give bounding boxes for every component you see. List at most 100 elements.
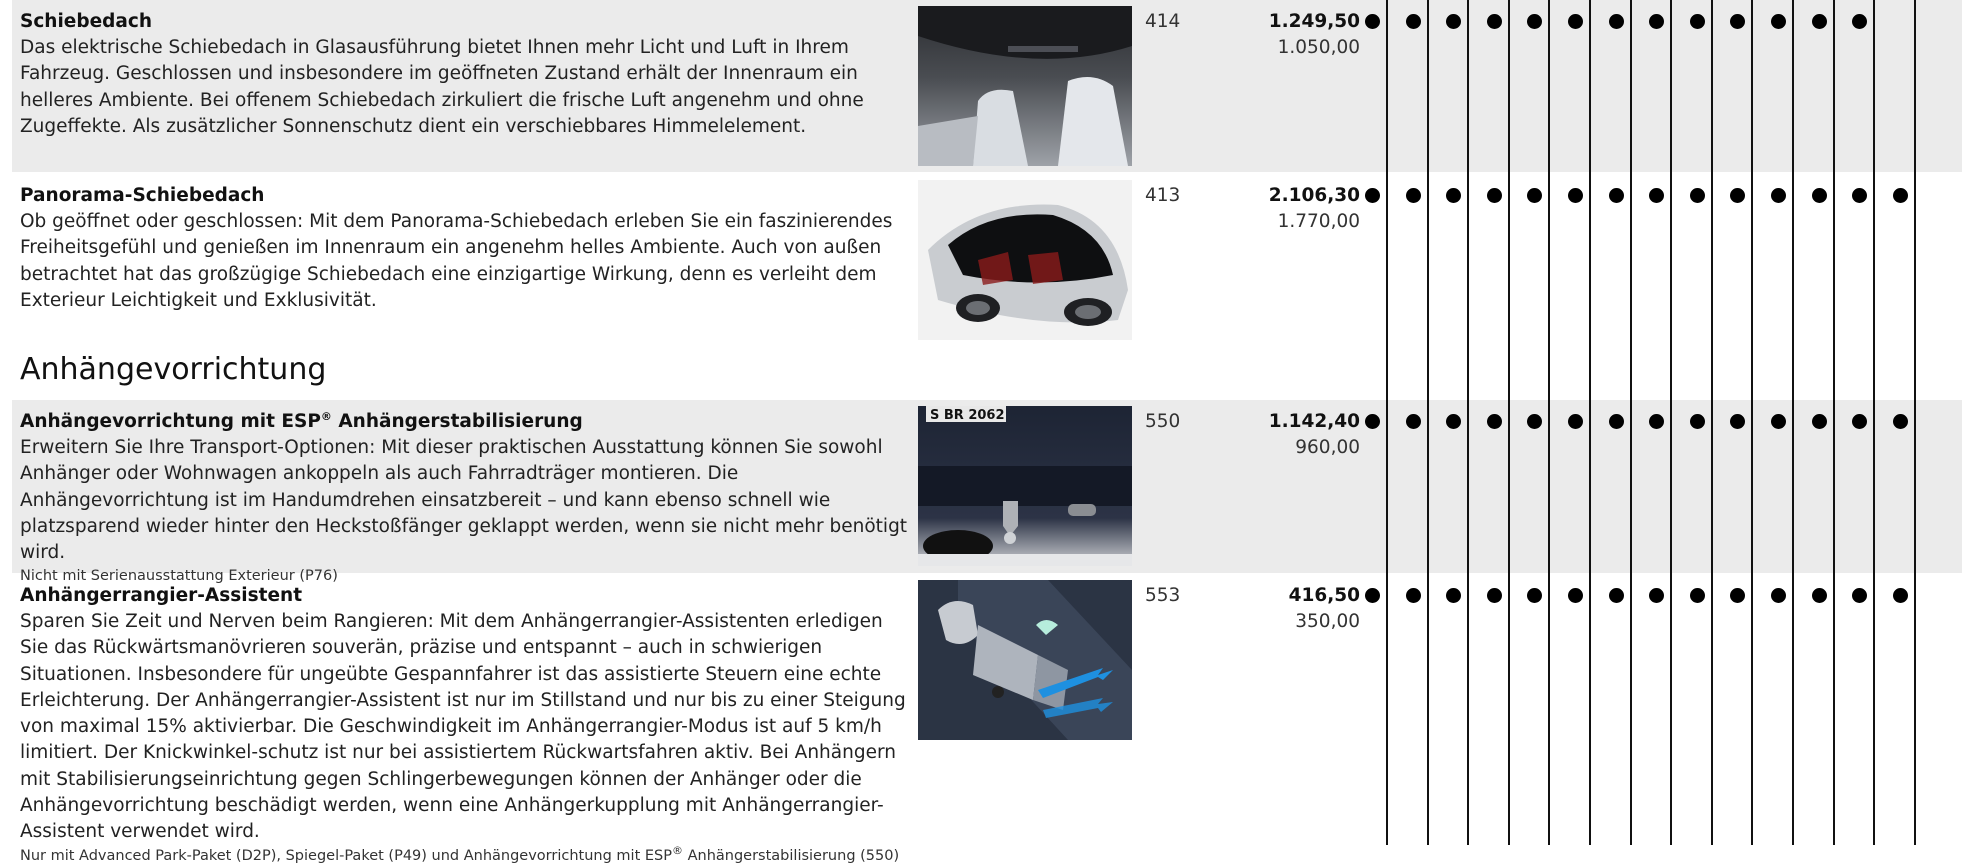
column-rule	[1792, 0, 1794, 845]
price-block: 416,50 350,00	[1240, 583, 1360, 635]
item-title: Panorama-Schiebedach	[20, 185, 265, 206]
item-title: Anhängerrangier-Assistent	[20, 585, 303, 606]
availability-dot	[1446, 588, 1461, 603]
price-net: 1.050,00	[1277, 37, 1360, 58]
item-description: Das elektrische Schiebedach in Glasausfü…	[20, 37, 864, 137]
availability-dot	[1730, 14, 1745, 29]
item-description: Ob geöffnet oder geschlossen: Mit dem Pa…	[20, 211, 893, 311]
price-block: 1.249,50 1.050,00	[1240, 9, 1360, 61]
column-rule	[1670, 0, 1672, 845]
availability-dot	[1730, 588, 1745, 603]
item-title-main: Anhängevorrichtung mit ESP	[20, 411, 321, 432]
availability-dot	[1568, 588, 1583, 603]
availability-dot	[1487, 414, 1502, 429]
tow-hitch-photo: S BR 2062	[918, 406, 1132, 566]
column-rule	[1386, 0, 1388, 845]
option-code: 414	[1145, 11, 1181, 32]
availability-dot	[1649, 588, 1664, 603]
price-net: 350,00	[1295, 611, 1360, 632]
item-title: Schiebedach	[20, 11, 153, 32]
availability-dot	[1527, 188, 1542, 203]
availability-dot	[1406, 14, 1421, 29]
item-panorama-schiebedach: Panorama-Schiebedach Ob geöffnet oder ge…	[20, 183, 910, 314]
availability-dot	[1365, 588, 1380, 603]
availability-dot	[1609, 14, 1624, 29]
option-code: 550	[1145, 411, 1181, 432]
availability-dot	[1568, 14, 1583, 29]
availability-dot	[1893, 588, 1908, 603]
availability-dot	[1771, 414, 1786, 429]
availability-dot	[1649, 14, 1664, 29]
item-description: Sparen Sie Zeit und Nerven beim Rangiere…	[20, 611, 906, 843]
price-block: 2.106,30 1.770,00	[1240, 183, 1360, 235]
availability-dot	[1527, 414, 1542, 429]
availability-dot	[1609, 588, 1624, 603]
column-rule	[1467, 0, 1469, 845]
availability-dot	[1893, 414, 1908, 429]
item-note-rest: Anhängerstabilisierung (550)	[682, 847, 900, 864]
availability-dot	[1365, 14, 1380, 29]
availability-dot	[1527, 14, 1542, 29]
section-heading: Anhängevorrichtung	[20, 352, 327, 387]
availability-dot	[1893, 188, 1908, 203]
availability-dot	[1690, 414, 1705, 429]
availability-dot	[1852, 14, 1867, 29]
availability-dot	[1487, 188, 1502, 203]
column-rule	[1427, 0, 1429, 845]
availability-dot	[1812, 588, 1827, 603]
column-rule	[1508, 0, 1510, 845]
item-note: Nur mit Advanced Park-Paket (D2P), Spieg…	[20, 843, 910, 866]
availability-dot	[1365, 414, 1380, 429]
availability-dot	[1487, 588, 1502, 603]
availability-dot	[1771, 14, 1786, 29]
availability-dot	[1568, 414, 1583, 429]
license-plate-text: S BR 2062	[930, 408, 1005, 423]
column-rule	[1711, 0, 1713, 845]
availability-dot	[1690, 188, 1705, 203]
item-title: Anhängevorrichtung mit ESP® Anhängerstab…	[20, 409, 910, 435]
availability-dot	[1812, 188, 1827, 203]
availability-dot	[1406, 188, 1421, 203]
item-anhaengevorrichtung-esp: Anhängevorrichtung mit ESP® Anhängerstab…	[20, 409, 910, 586]
column-rule	[1630, 0, 1632, 845]
availability-dot	[1771, 588, 1786, 603]
price-gross: 2.106,30	[1268, 185, 1360, 206]
price-net: 960,00	[1295, 437, 1360, 458]
availability-dot	[1446, 14, 1461, 29]
availability-dot	[1771, 188, 1786, 203]
price-block: 1.142,40 960,00	[1240, 409, 1360, 461]
availability-dot	[1609, 414, 1624, 429]
availability-dot	[1649, 414, 1664, 429]
availability-dot	[1446, 414, 1461, 429]
availability-dot	[1730, 414, 1745, 429]
price-gross: 416,50	[1288, 585, 1360, 606]
availability-dot	[1609, 188, 1624, 203]
availability-dot	[1527, 588, 1542, 603]
item-description: Erweitern Sie Ihre Transport-Optionen: M…	[20, 437, 908, 564]
price-net: 1.770,00	[1277, 211, 1360, 232]
column-rule	[1873, 0, 1875, 845]
registered-mark: ®	[671, 843, 683, 857]
interior-sunroof-photo	[918, 6, 1132, 166]
availability-dot	[1812, 14, 1827, 29]
availability-dot	[1446, 188, 1461, 203]
trailer-assist-illustration	[918, 580, 1132, 740]
item-title-rest: Anhängerstabilisierung	[331, 411, 583, 432]
availability-dot	[1568, 188, 1583, 203]
column-rule	[1914, 0, 1916, 845]
column-rule	[1589, 0, 1591, 845]
availability-dot	[1487, 14, 1502, 29]
item-schiebedach: Schiebedach Das elektrische Schiebedach …	[20, 9, 910, 140]
option-code: 413	[1145, 185, 1181, 206]
item-anhaengerrangier-assistent: Anhängerrangier-Assistent Sparen Sie Zei…	[20, 583, 910, 866]
option-code: 553	[1145, 585, 1181, 606]
availability-dot	[1406, 414, 1421, 429]
column-rule	[1548, 0, 1550, 845]
availability-dot	[1649, 188, 1664, 203]
availability-dot	[1690, 14, 1705, 29]
availability-dot	[1690, 588, 1705, 603]
availability-dot	[1852, 188, 1867, 203]
price-gross: 1.142,40	[1268, 411, 1360, 432]
item-note-main: Nur mit Advanced Park-Paket (D2P), Spieg…	[20, 847, 672, 864]
availability-dot	[1365, 188, 1380, 203]
